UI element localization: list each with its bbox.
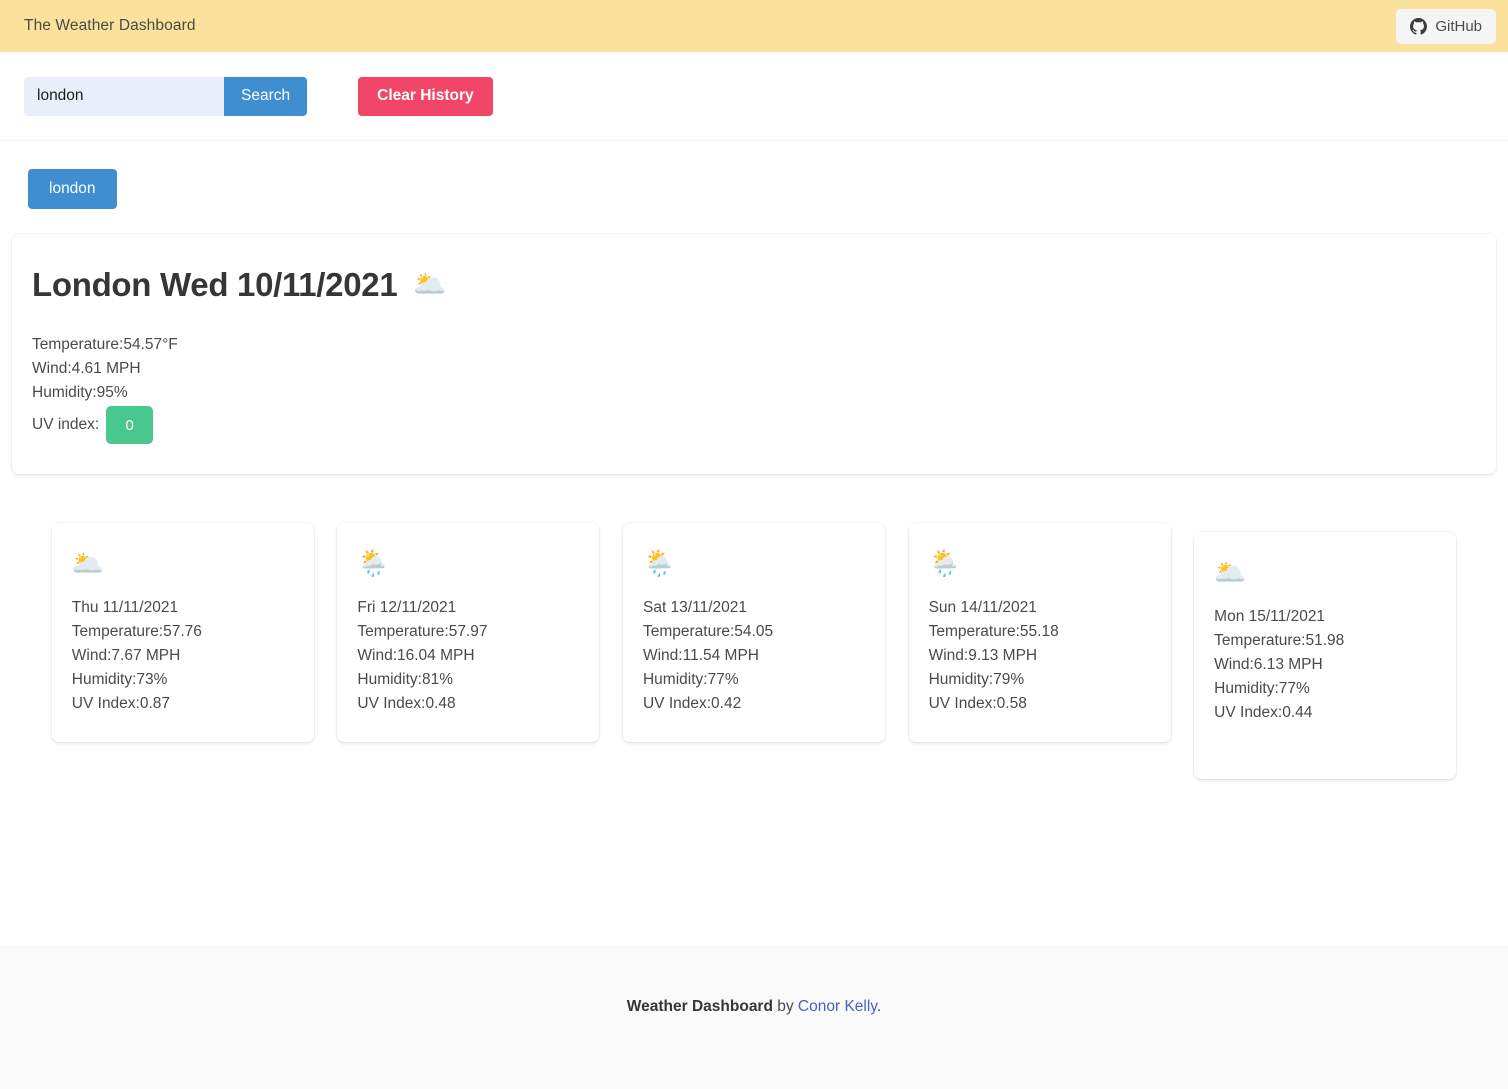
footer-app-name: Weather Dashboard (626, 998, 773, 1015)
forecast-temperature: Temperature:57.76 (71, 623, 202, 641)
forecast-slot-1: 🌥️ Thu 11/11/2021 Temperature:57.76 Wind… (40, 523, 326, 743)
search-button[interactable]: Search (224, 76, 308, 116)
forecast-wind: Wind:6.13 MPH (1214, 656, 1323, 674)
current-temperature: Temperature:54.57°F (32, 336, 178, 354)
page-footer: Weather Dashboard by Conor Kelly. (0, 945, 1508, 1089)
current-city-date: London Wed 10/11/2021 (32, 266, 398, 303)
forecast-card: 🌦️ Sun 14/11/2021 Temperature:55.18 Wind… (908, 523, 1171, 743)
forecast-wind: Wind:7.67 MPH (71, 647, 181, 665)
forecast-humidity: Humidity:79% (928, 671, 1025, 689)
forecast-humidity: Humidity:77% (1214, 680, 1310, 698)
current-weather-card: London Wed 10/11/2021 🌥️ Temperature:54.… (12, 234, 1496, 475)
forecast-uv-index: UV Index:0.44 (1214, 704, 1313, 722)
sun-behind-rain-cloud-icon: 🌦️ (642, 548, 676, 579)
search-bar-section: Search Clear History (0, 52, 1508, 141)
github-link-button[interactable]: GitHub (1396, 8, 1496, 44)
forecast-date: Thu 11/11/2021 (71, 599, 179, 617)
forecast-card: 🌦️ Sat 13/11/2021 Temperature:54.05 Wind… (622, 523, 885, 743)
current-wind: Wind:4.61 MPH (32, 360, 141, 378)
sun-behind-rain-cloud-icon: 🌦️ (357, 548, 390, 579)
forecast-slot-2: 🌦️ Fri 12/11/2021 Temperature:57.97 Wind… (326, 523, 612, 743)
cloud-behind-cloud-icon: 🌥️ (1214, 557, 1247, 588)
forecast-wind: Wind:11.54 MPH (642, 647, 759, 665)
forecast-uv-index: UV Index:0.42 (642, 695, 742, 713)
footer-by-text: by (772, 998, 798, 1015)
search-group: Search (24, 76, 308, 116)
forecast-slot-5: 🌥️ Mon 15/11/2021 Temperature:51.98 Wind… (1182, 523, 1468, 780)
current-humidity: Humidity:95% (32, 384, 128, 402)
forecast-list: 🌥️ Thu 11/11/2021 Temperature:57.76 Wind… (0, 523, 1508, 780)
forecast-temperature: Temperature:54.05 (642, 623, 774, 641)
forecast-date: Fri 12/11/2021 (357, 599, 457, 617)
footer-credit: Weather Dashboard by Conor Kelly. (627, 998, 881, 1016)
cloud-behind-cloud-icon: 🌥️ (71, 548, 105, 579)
forecast-uv-index: UV Index:0.58 (928, 695, 1027, 713)
uv-index-badge: 0 (106, 406, 154, 445)
city-search-input[interactable] (24, 76, 224, 116)
weather-dashboard-page: The Weather Dashboard GitHub Search Clea… (0, 0, 1508, 1089)
top-navbar: The Weather Dashboard GitHub (0, 0, 1508, 52)
forecast-date: Sun 14/11/2021 (928, 599, 1037, 617)
forecast-temperature: Temperature:51.98 (1214, 632, 1345, 650)
forecast-wind: Wind:16.04 MPH (357, 647, 475, 665)
forecast-humidity: Humidity:73% (71, 671, 168, 689)
forecast-uv-index: UV Index:0.87 (71, 695, 171, 713)
history-item-london[interactable]: london (28, 169, 117, 209)
forecast-date: Sat 13/11/2021 (642, 599, 747, 617)
sun-behind-rain-cloud-icon: 🌦️ (928, 548, 961, 579)
forecast-card: 🌥️ Thu 11/11/2021 Temperature:57.76 Wind… (51, 523, 314, 743)
footer-author-link[interactable]: Conor Kelly (798, 998, 877, 1015)
forecast-humidity: Humidity:81% (357, 671, 454, 689)
github-label: GitHub (1435, 17, 1482, 35)
forecast-date: Mon 15/11/2021 (1214, 608, 1326, 626)
current-uv-label: UV index: (32, 416, 100, 434)
github-icon (1410, 17, 1428, 35)
app-title: The Weather Dashboard (24, 17, 196, 34)
forecast-wind: Wind:9.13 MPH (928, 647, 1038, 665)
search-history-list: london (0, 141, 1508, 209)
forecast-card: 🌥️ Mon 15/11/2021 Temperature:51.98 Wind… (1194, 532, 1457, 780)
clear-history-button[interactable]: Clear History (358, 76, 493, 116)
forecast-temperature: Temperature:55.18 (928, 623, 1059, 641)
current-uv-row: UV index: 0 (32, 406, 1476, 445)
forecast-uv-index: UV Index:0.48 (357, 695, 456, 713)
forecast-card: 🌦️ Fri 12/11/2021 Temperature:57.97 Wind… (337, 523, 600, 743)
forecast-slot-3: 🌦️ Sat 13/11/2021 Temperature:54.05 Wind… (611, 523, 897, 743)
forecast-temperature: Temperature:57.97 (357, 623, 488, 641)
forecast-humidity: Humidity:77% (642, 671, 739, 689)
main-content: london London Wed 10/11/2021 🌥️ Temperat… (0, 141, 1508, 945)
forecast-slot-4: 🌦️ Sun 14/11/2021 Temperature:55.18 Wind… (897, 523, 1183, 743)
current-weather-header: London Wed 10/11/2021 🌥️ (32, 266, 1476, 303)
footer-period: . (876, 998, 882, 1015)
cloud-behind-cloud-icon: 🌥️ (413, 269, 448, 299)
